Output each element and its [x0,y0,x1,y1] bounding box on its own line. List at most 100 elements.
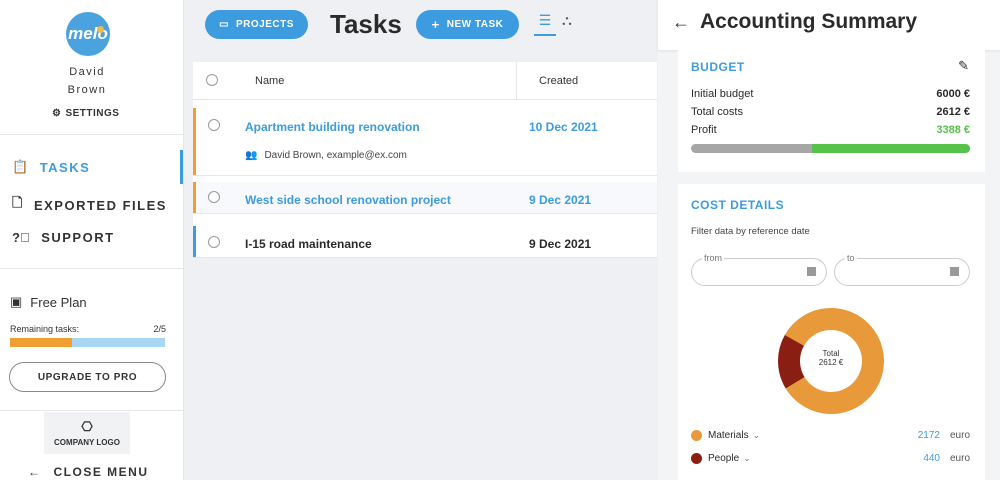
remaining-tasks: Remaining tasks: 2/5 [10,324,166,334]
row-accent [193,108,196,175]
clipboard-icon: 📋 [12,159,30,174]
row-checkbox[interactable] [208,236,220,248]
cost-details-title: COST DETAILS [691,198,785,212]
nav-support[interactable]: ?⃝ SUPPORT [12,230,115,245]
profit-value: 3388 € [936,124,970,136]
header-name: Name [255,75,285,87]
legend-dot [691,453,702,464]
plan-label: Free Plan [30,294,87,310]
remaining-progress-bar [10,338,165,347]
from-label: from [702,253,724,263]
table-row[interactable]: Apartment building renovation 10 Dec 202… [193,108,657,176]
tree-view-icon[interactable]: ⛬ [562,12,572,29]
legend-name: Materials [708,430,749,441]
total-costs-value: 2612 € [936,106,970,118]
table-header: Name Created [193,62,657,100]
legend-people[interactable]: People ⌄ 440 euro [691,453,970,464]
legend-unit: euro [949,430,970,441]
task-name[interactable]: I-15 road maintenance [245,237,372,251]
select-all-checkbox[interactable] [206,74,218,86]
sidebar: melo David Brown ⚙ SETTINGS 📋 TASKS 🗋 EX… [0,0,184,480]
projects-label: PROJECTS [236,19,294,30]
legend-name: People [708,453,740,464]
legend-dot [691,430,702,441]
calendar-icon [807,267,816,276]
gear-icon: ⚙ [52,108,62,119]
to-label: to [845,253,857,263]
filter-label: Filter data by reference date [691,226,810,237]
cost-details-card: COST DETAILS Filter data by reference da… [678,184,985,480]
total-costs-label: Total costs [691,106,743,118]
company-logo-upload[interactable]: ⎔ COMPANY LOGO [44,412,130,454]
plus-icon: + [431,17,440,32]
back-arrow-icon[interactable]: ← [672,12,690,33]
remaining-value: 2/5 [153,324,166,334]
nav-tasks[interactable]: 📋 TASKS [12,159,90,175]
pencil-icon[interactable]: ✎ [958,58,969,74]
profit-label: Profit [691,124,717,136]
task-name[interactable]: Apartment building renovation [245,120,420,134]
task-assignee: 👥 David Brown, example@ex.com [245,150,407,161]
task-created: 9 Dec 2021 [529,193,592,207]
list-view-icon[interactable]: ☰ [534,12,556,36]
row-accent [193,182,196,213]
user-first-name: David [69,66,105,78]
donut-total-label: Total [822,349,840,358]
accounting-panel: ← Accounting Summary BUDGET ✎ Initial bu… [658,0,1000,480]
table-row[interactable]: I-15 road maintenance 9 Dec 2021 [193,226,657,258]
panel-header: ← Accounting Summary [658,0,1000,50]
new-task-button[interactable]: + NEW TASK [416,10,519,39]
plan-info: ▣ Free Plan [10,294,87,310]
panel-title: Accounting Summary [700,10,918,33]
budget-card: BUDGET ✎ Initial budget 6000 € Total cos… [678,50,985,172]
nav-tasks-label: TASKS [39,159,91,175]
row-accent [193,226,196,257]
initial-budget-label: Initial budget [691,88,754,100]
budget-title: BUDGET [691,60,745,74]
settings-label: SETTINGS [65,108,120,119]
company-logo-label: COMPANY LOGO [54,438,120,447]
arrow-left-icon: ← [28,465,42,479]
nav-exported-files[interactable]: 🗋 EXPORTED FILES [12,194,167,216]
close-menu-label: CLOSE MENU [53,465,149,479]
close-menu-button[interactable]: ← CLOSE MENU [28,465,149,479]
donut-total-value: 2612 € [818,358,844,367]
legend-materials[interactable]: Materials ⌄ 2172 euro [691,430,970,441]
remaining-progress-fill [10,338,72,347]
new-task-label: NEW TASK [446,19,504,30]
budget-profit-fill [812,144,970,153]
tasks-table: Name Created Apartment building renovati… [193,62,657,258]
app-logo: melo [66,12,110,56]
remaining-label: Remaining tasks: [10,324,80,334]
nav-exported-files-label: EXPORTED FILES [33,197,167,213]
projects-button[interactable]: ▭ PROJECTS [205,10,308,39]
camera-icon: ⎔ [81,419,93,434]
task-name[interactable]: West side school renovation project [245,193,451,207]
chevron-down-icon: ⌄ [743,453,751,463]
wallet-icon: ▣ [10,294,23,309]
assignee-label: David Brown, example@ex.com [264,150,407,161]
initial-budget-row: Initial budget 6000 € [691,88,970,100]
from-date-field[interactable]: from [691,253,827,286]
question-icon: ?⃝ [12,230,32,245]
folder-icon: ▭ [219,19,230,30]
row-checkbox[interactable] [208,119,220,131]
header-created: Created [539,75,579,87]
row-checkbox[interactable] [208,191,220,203]
chevron-down-icon: ⌄ [752,430,761,440]
upgrade-button[interactable]: UPGRADE TO PRO [9,362,166,392]
total-costs-row: Total costs 2612 € [691,106,970,118]
profit-row: Profit 3388 € [691,124,970,136]
settings-button[interactable]: ⚙ SETTINGS [52,108,119,119]
nav-active-indicator [180,150,183,184]
donut-center: Total 2612 € [771,349,891,367]
task-created: 9 Dec 2021 [529,237,592,251]
table-row[interactable]: West side school renovation project 9 De… [193,182,657,214]
user-last-name: Brown [67,84,107,96]
budget-bar [691,144,970,153]
file-icon: 🗋 [12,195,24,210]
legend-value: 440 [923,453,940,464]
legend-unit: euro [949,453,970,464]
page-title: Tasks [330,9,402,39]
to-date-field[interactable]: to [834,253,970,286]
